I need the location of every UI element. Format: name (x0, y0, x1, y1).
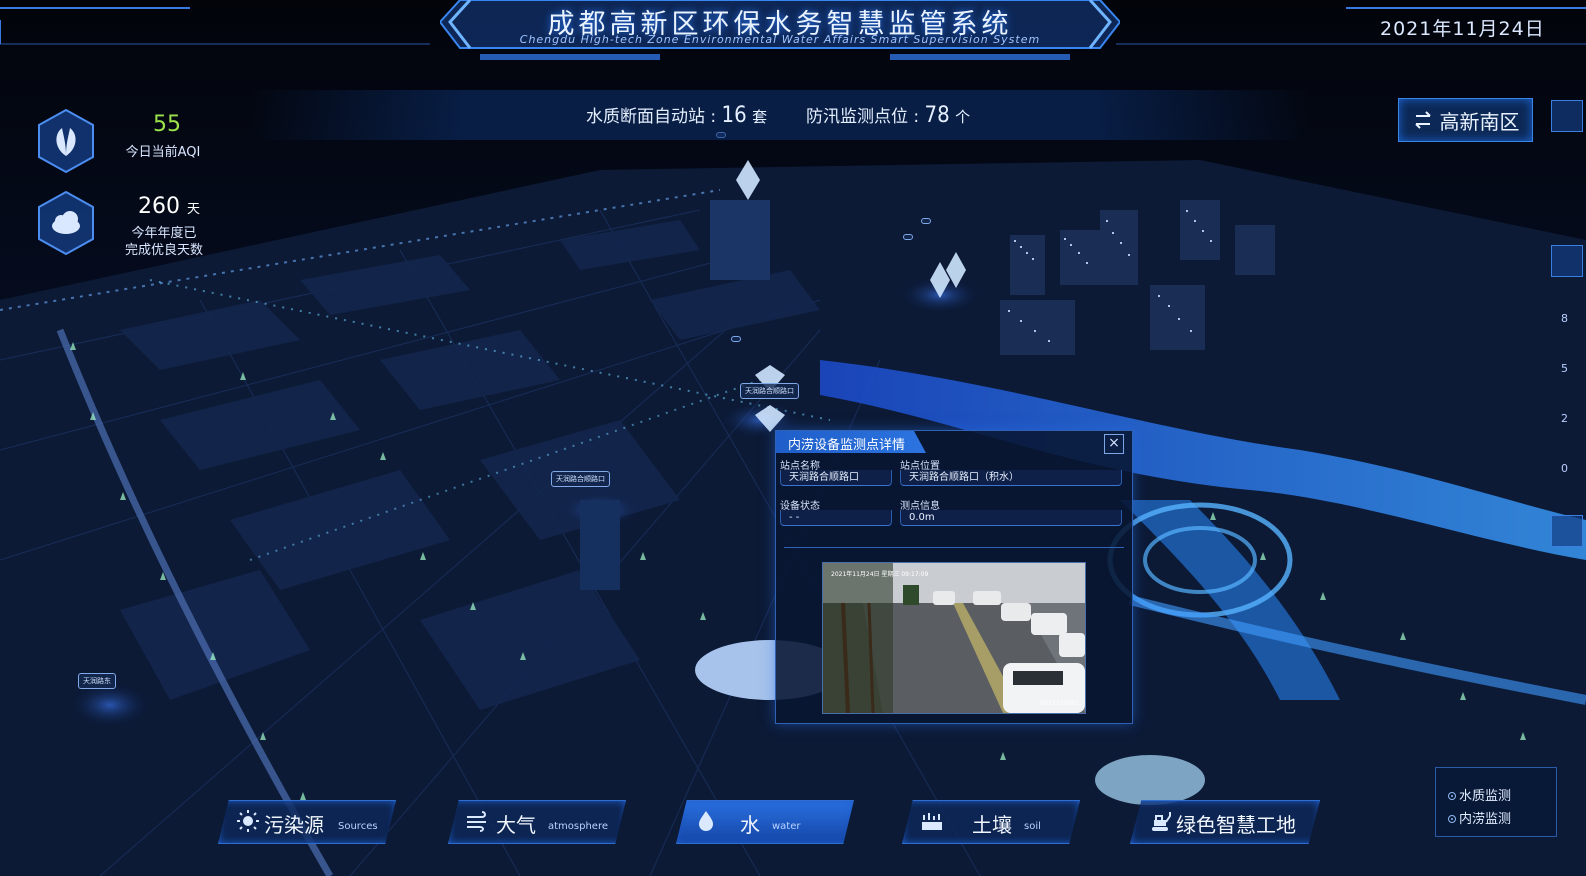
nav-en-label: water (772, 821, 801, 832)
camera-id: H1F2555003 (1040, 700, 1079, 707)
good-days-label-line2: 完成优良天数 (124, 243, 203, 258)
device-detail-popup: 内涝设备监测点详情 × 站点名称 天润路合顺路口 站点位置 天润路合顺路口（积水… (775, 430, 1133, 724)
nav-en-label: atmosphere (548, 821, 608, 832)
edge-number: 0 (1561, 462, 1568, 475)
edge-number: 2 (1561, 412, 1568, 425)
edge-number: 8 (1561, 312, 1568, 325)
nav-label: 绿色智慧工地 (1176, 813, 1296, 837)
flood-points-value: 78 (924, 103, 950, 128)
station-location-field: 天润路合顺路口（积水） (900, 470, 1122, 486)
good-days-label: 今年年度已 完成优良天数 (118, 225, 210, 259)
camera-feed[interactable]: 2021年11月24日 星期三 09:17:09 H1F2555003 (822, 562, 1086, 714)
popup-divider (784, 547, 1124, 548)
popup-title: 内涝设备监测点详情 (788, 438, 906, 453)
camera-timestamp: 2021年11月24日 星期三 09:17:09 (831, 571, 929, 578)
edge-number: 5 (1561, 362, 1568, 375)
nav-atmosphere-button[interactable]: 大气 atmosphere (448, 800, 626, 844)
flood-points-stat: 防汛监测点位 : 78 个 (806, 102, 970, 128)
map-station-label[interactable] (903, 234, 913, 240)
leaf-icon (38, 108, 94, 174)
header-line-left (0, 7, 430, 45)
legend-water-quality-label: 水质监测 (1459, 789, 1512, 804)
legend-water-quality[interactable]: 水质监测 (1448, 785, 1511, 804)
measurement-field: 0.0m (900, 510, 1122, 526)
flood-points-unit: 个 (955, 108, 971, 126)
good-days-number: 260 (138, 194, 180, 219)
device-status-field: - - (780, 510, 892, 526)
edge-panel-toggle[interactable] (1551, 515, 1583, 547)
legend-waterlogging[interactable]: 内涝监测 (1448, 808, 1511, 827)
header: 成都高新区环保水务智慧监管系统 Chengdu High-tech Zone E… (0, 0, 1586, 70)
wind-icon (467, 811, 486, 832)
aqi-value: 55 (153, 112, 181, 137)
close-icon[interactable]: × (1104, 434, 1124, 454)
droplet-icon (699, 811, 713, 831)
map-station-label-selected[interactable]: 天润路合顺路口 (740, 383, 799, 399)
nav-label: 水 (740, 813, 760, 837)
station-name-field: 天润路合顺路口 (780, 470, 892, 486)
nav-soil-button[interactable]: 土壤 soil (902, 800, 1080, 844)
nav-label: 大气 (496, 813, 536, 837)
nav-label: 污染源 (264, 813, 324, 837)
sun-icon (237, 810, 259, 832)
stats-bar (250, 90, 1310, 140)
swap-icon (1414, 111, 1431, 129)
water-station-label: 水质断面自动站 : (586, 107, 717, 127)
edge-panel-toggle[interactable] (1551, 100, 1583, 132)
camera-image (823, 563, 1085, 713)
good-days-value: 260 天 (138, 194, 200, 219)
soil-icon (922, 813, 942, 830)
monitoring-legend: 水质监测 内涝监测 (1435, 767, 1557, 837)
excavator-icon (1152, 812, 1171, 831)
region-label: 高新南区 (1439, 109, 1520, 134)
good-days-unit: 天 (187, 202, 201, 217)
good-days-label-line1: 今年年度已 (131, 226, 197, 241)
nav-smart-site-button[interactable]: 绿色智慧工地 (1130, 800, 1320, 844)
nav-label: 土壤 (972, 813, 1012, 837)
header-ticks (480, 54, 1070, 60)
nav-en-label: soil (1024, 821, 1041, 832)
water-station-unit: 套 (752, 108, 768, 126)
flood-points-label: 防汛监测点位 : (806, 107, 920, 127)
radio-icon (1448, 814, 1456, 823)
page-subtitle: Chengdu High-tech Zone Environmental Wat… (519, 33, 1041, 46)
legend-waterlogging-label: 内涝监测 (1459, 812, 1512, 827)
map-station-label[interactable]: 天润路东 (78, 673, 116, 689)
map-station-label[interactable]: 天润路合顺路口 (551, 471, 610, 487)
water-station-stat: 水质断面自动站 : 16 套 (586, 102, 767, 128)
nav-en-label: Sources (338, 821, 378, 832)
map-station-label[interactable] (921, 218, 931, 224)
current-date: 2021年11月24日 (1380, 18, 1545, 40)
edge-panel-toggle[interactable] (1551, 245, 1583, 277)
water-station-value: 16 (721, 103, 747, 128)
region-switch-button[interactable]: 高新南区 (1398, 98, 1533, 142)
radio-icon (1448, 791, 1456, 800)
nav-water-button[interactable]: 水 water (676, 800, 854, 844)
aqi-label: 今日当前AQI (125, 145, 201, 160)
map-station-label[interactable] (731, 336, 741, 342)
cloud-icon (38, 190, 94, 256)
nav-sources-button[interactable]: 污染源 Sources (218, 800, 396, 844)
